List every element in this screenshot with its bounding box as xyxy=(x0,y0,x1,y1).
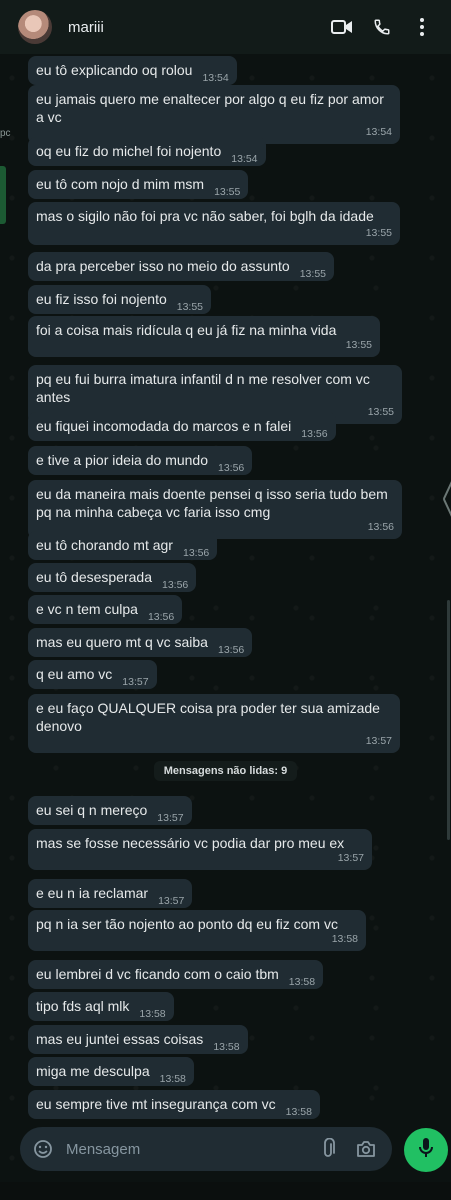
message-bubble[interactable]: miga me desculpa 13:58 xyxy=(28,1057,194,1086)
message-bubble[interactable]: q eu amo vc 13:57 xyxy=(28,660,157,689)
message-bubble[interactable]: eu sempre tive mt insegurança com vc 13:5… xyxy=(28,1090,320,1119)
message-bubble[interactable]: eu sei q n mereço 13:57 xyxy=(28,796,192,825)
message-bubble[interactable]: foi a coisa mais ridícula q eu já fiz na… xyxy=(28,316,380,357)
edge-text: pc xyxy=(0,128,11,139)
mic-button[interactable] xyxy=(404,1128,448,1172)
mic-icon xyxy=(418,1137,434,1164)
chat-header: mariii xyxy=(0,0,451,54)
message-bubble[interactable]: mas se fosse necessário vc podia dar pro… xyxy=(28,829,372,870)
message-bubble[interactable]: eu tô chorando mt agr 13:56 xyxy=(28,531,218,560)
scrollbar[interactable] xyxy=(447,600,450,840)
contact-name[interactable]: mariii xyxy=(68,19,104,36)
message-bubble[interactable]: eu fiz isso foi nojento 13:55 xyxy=(28,285,212,314)
message-bubble[interactable]: e vc n tem culpa 13:56 xyxy=(28,595,183,624)
edge-panel-handle[interactable] xyxy=(441,470,451,530)
video-call-icon[interactable] xyxy=(331,16,353,38)
message-bubble[interactable]: e eu n ia reclamar 13:57 xyxy=(28,879,193,908)
message-bubble[interactable]: oq eu fiz do michel foi nojento 13:54 xyxy=(28,137,266,166)
message-bubble[interactable]: mas eu quero mt q vc saiba 13:56 xyxy=(28,628,253,657)
emoji-icon[interactable] xyxy=(32,1138,54,1160)
camera-icon[interactable] xyxy=(354,1137,378,1161)
message-bubble[interactable]: eu tô com nojo d mim msm 13:55 xyxy=(28,170,249,199)
attach-icon[interactable] xyxy=(316,1137,340,1161)
message-bubble[interactable]: pq n ia ser tão nojento ao ponto dq eu f… xyxy=(28,910,366,951)
navigation-bar xyxy=(0,1182,451,1200)
message-bubble[interactable]: eu tô desesperada 13:56 xyxy=(28,563,197,592)
message-bubble[interactable]: e tive a pior ideia do mundo 13:56 xyxy=(28,446,253,475)
more-options-icon[interactable] xyxy=(411,16,433,38)
message-bubble[interactable]: eu lembrei d vc ficando com o caio tbm 13… xyxy=(28,960,324,989)
message-bubble[interactable]: e eu faço QUALQUER coisa pra poder ter s… xyxy=(28,694,400,753)
avatar[interactable] xyxy=(18,10,52,44)
message-bubble[interactable]: mas o sigilo não foi pra vc não saber, f… xyxy=(28,202,400,245)
message-composer xyxy=(20,1127,392,1171)
message-bubble[interactable]: eu tô explicando oq rolou 13:54 xyxy=(28,56,237,85)
message-bubble[interactable]: eu jamais quero me enaltecer por algo q … xyxy=(28,85,400,144)
unread-divider: Mensagens não lidas: 9 xyxy=(0,761,451,781)
voice-call-icon[interactable] xyxy=(371,16,393,38)
edge-panel xyxy=(0,166,6,224)
message-bubble[interactable]: da pra perceber isso no meio do assunto 1… xyxy=(28,252,334,281)
message-input[interactable] xyxy=(64,1133,316,1165)
message-bubble[interactable]: eu fiquei incomodada do marcos e n falei… xyxy=(28,412,336,441)
message-bubble[interactable]: mas eu juntei essas coisas 13:58 xyxy=(28,1025,248,1054)
message-bubble[interactable]: tipo fds aql mlk 13:58 xyxy=(28,992,174,1021)
header-actions xyxy=(331,16,433,38)
